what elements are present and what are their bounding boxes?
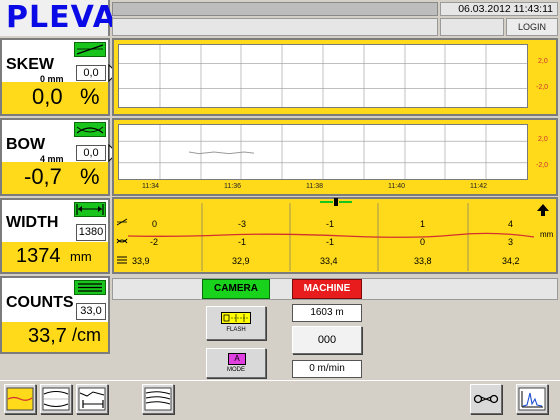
- width-input[interactable]: 1380: [76, 224, 106, 241]
- bow-chart-icon: [42, 387, 70, 411]
- bow-panel[interactable]: BOW 4 mm 0,0 -0,7 %: [0, 118, 110, 196]
- multi-chart-icon: [144, 387, 172, 411]
- cell-bow-0: -2: [150, 237, 159, 247]
- flash-button[interactable]: FLASH: [206, 306, 266, 340]
- cell-bow-3: 0: [420, 237, 426, 247]
- time-tick-4: 11:42: [470, 183, 487, 190]
- cell-skew-1: -3: [238, 219, 247, 229]
- spectrum-button[interactable]: [516, 384, 548, 414]
- counts-unit: /cm: [72, 325, 101, 345]
- bow-plot-area: [118, 124, 528, 180]
- cell-skew-3: 1: [420, 219, 426, 229]
- skew-input[interactable]: 0,0: [76, 65, 106, 81]
- cell-bow-2: -1: [326, 237, 335, 247]
- skew-panel[interactable]: SKEW 0 mm 0,0 0,0 %: [0, 38, 110, 116]
- login-button[interactable]: LOGIN: [506, 18, 558, 36]
- logo-text: PLEVA: [6, 0, 117, 35]
- multi-chart-button[interactable]: [142, 384, 174, 414]
- cell-bow-1: -1: [238, 237, 247, 247]
- skew-title: SKEW: [6, 56, 54, 73]
- time-tick-3: 11:40: [388, 183, 405, 190]
- flash-label: FLASH: [226, 327, 246, 333]
- width-unit: mm: [70, 249, 92, 264]
- skew-plot-area: [118, 44, 528, 108]
- skew-chart-icon: [6, 387, 34, 411]
- width-chart-button[interactable]: [76, 384, 108, 414]
- counts-row-icon: [117, 256, 127, 264]
- time-tick-2: 11:38: [306, 183, 323, 190]
- width-profile-table: 0 -3 -1 1 4 -2 -1 -1 0 3 33,9 32,9 33,4 …: [112, 197, 558, 274]
- bow-scale-low: -2,0: [536, 162, 549, 169]
- width-chart-icon: [78, 387, 106, 411]
- camera-status-indicator: CAMERA: [202, 279, 270, 299]
- width-value-area: 1374 mm: [2, 242, 108, 272]
- counts-icon: [74, 280, 106, 295]
- counts-title: COUNTS: [6, 294, 74, 311]
- counts-value: 33,7: [28, 325, 67, 347]
- width-title: WIDTH: [6, 214, 59, 231]
- time-tick-0: 11:34: [142, 183, 159, 190]
- width-icon: [74, 202, 106, 217]
- counter-reset-button[interactable]: 000: [292, 326, 362, 354]
- cell-counts-0: 33,9: [132, 256, 150, 266]
- cell-skew-4: 4: [508, 219, 514, 229]
- bow-value: -0,7: [24, 164, 62, 189]
- bow-title: BOW: [6, 136, 46, 153]
- cell-counts-2: 33,4: [320, 256, 338, 266]
- bow-scale-high: 2,0: [538, 136, 548, 143]
- counts-input[interactable]: 33,0: [76, 303, 106, 320]
- speed-readout: 0 m/min: [292, 360, 362, 378]
- skew-scale-high: 2,0: [538, 58, 548, 65]
- scissors-icon: [473, 394, 499, 404]
- flash-icon: [221, 312, 251, 324]
- bow-value-area: -0,7 %: [2, 162, 108, 194]
- header-user-field: [440, 18, 504, 36]
- bow-chart-button[interactable]: [40, 384, 72, 414]
- skew-unit: %: [80, 84, 100, 109]
- skew-scale-low: -2,0: [536, 84, 549, 91]
- cell-skew-2: -1: [326, 219, 335, 229]
- cell-skew-0: 0: [152, 219, 158, 229]
- counts-panel[interactable]: COUNTS 33,0 33,7 /cm: [0, 276, 110, 354]
- header-message-bar: [112, 18, 438, 36]
- machine-status-indicator: MACHINE: [292, 279, 362, 299]
- cutter-button[interactable]: [470, 384, 502, 414]
- width-value: 1374: [16, 245, 61, 267]
- skew-chart-button[interactable]: [4, 384, 36, 414]
- skew-row-icon: [116, 218, 128, 226]
- skew-value: 0,0: [32, 84, 63, 109]
- mode-label: MODE: [227, 367, 245, 373]
- width-panel[interactable]: WIDTH 1380 1374 mm: [0, 198, 110, 274]
- up-arrow-icon[interactable]: [536, 203, 550, 217]
- bow-trace: [188, 151, 255, 155]
- bow-unit: %: [80, 164, 100, 189]
- skew-icon: [74, 42, 106, 57]
- cell-counts-4: 34,2: [502, 256, 520, 266]
- cell-counts-3: 33,8: [414, 256, 432, 266]
- time-tick-1: 11:36: [224, 183, 241, 190]
- mode-icon: A: [228, 353, 246, 365]
- pleva-logo: PLEVA: [0, 0, 116, 36]
- bow-icon: [74, 122, 106, 137]
- counts-value-area: 33,7 /cm: [2, 322, 108, 352]
- bow-input[interactable]: 0,0: [76, 145, 106, 161]
- cell-counts-1: 32,9: [232, 256, 250, 266]
- width-table-unit: mm: [540, 230, 554, 239]
- datetime-display: 06.03.2012 11:43:11: [440, 2, 558, 16]
- mode-button[interactable]: A MODE: [206, 348, 266, 378]
- bow-row-icon: [116, 238, 128, 244]
- spectrum-chart-icon: [518, 387, 546, 411]
- skew-value-area: 0,0 %: [2, 82, 108, 114]
- cell-bow-4: 3: [508, 237, 514, 247]
- header-status-bar: [112, 2, 438, 16]
- bow-chart: 2,0 -2,0 11:34 11:36 11:38 11:40 11:42: [112, 118, 558, 196]
- length-readout: 1603 m: [292, 304, 362, 322]
- skew-chart: 2,0 -2,0: [112, 38, 558, 116]
